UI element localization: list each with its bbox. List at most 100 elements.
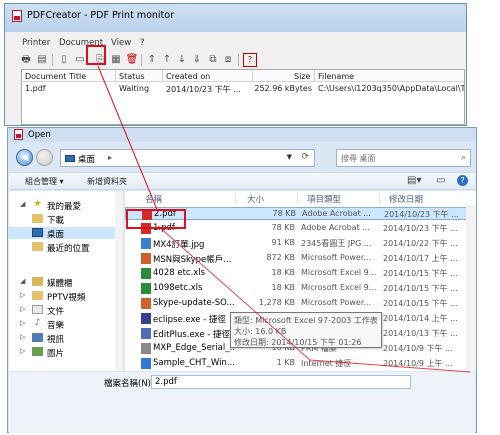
move-up-icon[interactable]: ↑ xyxy=(160,53,174,67)
open-document-icon[interactable]: ▯ xyxy=(57,53,71,67)
add-button-highlight xyxy=(86,45,106,65)
search-input[interactable] xyxy=(341,152,451,164)
excel-file-icon xyxy=(141,268,151,279)
new-folder-button[interactable]: 新增資料夾 xyxy=(87,176,127,187)
print-queue-list: Document Title Status Created on Size Fi… xyxy=(21,69,465,125)
nav-libraries[interactable]: ◢ 媒體櫃 xyxy=(9,276,121,289)
nav-pptv[interactable]: ▷ PPTV視頻 xyxy=(9,290,121,303)
column-separator[interactable] xyxy=(115,70,116,82)
help-icon[interactable]: ? xyxy=(457,175,468,186)
document-properties-icon[interactable]: ▦ xyxy=(109,53,123,67)
file-type: 2345看圖王 JPG ... xyxy=(301,239,372,248)
address-bar[interactable]: 桌面 ▸ ▼ ⟳ xyxy=(60,149,315,167)
nav-downloads[interactable]: 下載 xyxy=(9,213,121,226)
expand-chevron-icon[interactable]: ◢ xyxy=(20,200,25,208)
file-name: Skype-update-SO... xyxy=(153,298,235,308)
filename-label: 檔案名稱(N): xyxy=(104,379,154,389)
download-folder-icon xyxy=(32,214,43,223)
menu-view[interactable]: View xyxy=(111,38,131,48)
column-separator[interactable] xyxy=(252,70,253,82)
preview-pane-icon[interactable]: ▭ xyxy=(436,175,445,186)
file-row[interactable]: 1098etc.xls 18 KB Microsoft Excel 9... 2014… xyxy=(125,282,476,295)
tooltip-size: 大小: 16.0 KB xyxy=(234,327,287,336)
help-icon[interactable]: ? xyxy=(243,53,257,67)
organize-button[interactable]: 組合管理 ▾ xyxy=(25,176,64,187)
col-type[interactable]: 項目類型 xyxy=(307,193,341,205)
address-dropdown-icon[interactable]: ▼ xyxy=(287,153,292,161)
col-status[interactable]: Status xyxy=(119,72,145,81)
file-type: Microsoft Excel 9... xyxy=(301,283,377,292)
nav-music[interactable]: ▷ ♪ 音樂 xyxy=(9,318,121,332)
file-list-scrollbar[interactable] xyxy=(466,205,476,371)
file-name: EditPlus.exe - 捷徑 xyxy=(153,330,231,340)
column-separator[interactable] xyxy=(162,70,163,82)
column-separator[interactable] xyxy=(314,70,315,82)
move-top-icon[interactable]: ⇑ xyxy=(145,53,159,67)
generic-file-icon xyxy=(141,343,151,354)
file-date: 2014/10/23 下午 ... xyxy=(384,210,459,219)
file-row[interactable]: Sample_CHT_Win... 1 KB Internet 捷徑 2014/10/… xyxy=(125,357,476,370)
col-filename[interactable]: Filename xyxy=(318,72,354,81)
nav-videos[interactable]: ▷ 視訊 xyxy=(9,332,121,345)
col-document-title[interactable]: Document Title xyxy=(25,72,86,81)
expand-chevron-icon[interactable]: ▷ xyxy=(20,305,25,313)
column-separator[interactable] xyxy=(235,191,236,205)
move-down-icon[interactable]: ↓ xyxy=(175,53,189,67)
column-separator[interactable] xyxy=(379,191,380,205)
file-date: 2014/10/9 上午 ... xyxy=(383,359,453,368)
save-document-icon[interactable]: ▭ xyxy=(73,53,87,67)
nav-desktop[interactable]: 桌面 xyxy=(9,227,121,240)
col-date[interactable]: 修改日期 xyxy=(389,193,423,205)
breadcrumb-desktop[interactable]: 桌面 xyxy=(78,153,95,165)
queue-row[interactable]: 1.pdf Waiting 2014/10/23 下午 ... 252.96 k… xyxy=(22,83,464,95)
forward-arrow-icon[interactable] xyxy=(36,149,53,166)
nav-label: 桌面 xyxy=(47,230,65,240)
file-type: Microsoft Excel 9... xyxy=(301,268,377,277)
file-name: 4028 etc.xls xyxy=(153,268,206,278)
menu-printer[interactable]: Printer xyxy=(22,38,50,48)
printer-icon[interactable]: 🖶 xyxy=(19,53,33,67)
expand-chevron-icon[interactable]: ▷ xyxy=(20,333,25,341)
delete-icon[interactable]: 🗑 xyxy=(125,53,139,67)
nav-recent-places[interactable]: 最近的位置 xyxy=(9,241,121,254)
expand-chevron-icon[interactable]: ▷ xyxy=(20,291,25,299)
search-box[interactable]: ⌕ xyxy=(336,149,471,167)
expand-chevron-icon[interactable]: ▷ xyxy=(20,347,25,355)
file-date: 2014/10/23 下午 ... xyxy=(383,224,458,233)
search-icon[interactable]: ⌕ xyxy=(461,153,466,163)
nav-pictures[interactable]: ▷ 圖片 xyxy=(9,346,121,359)
expand-chevron-icon[interactable]: ▷ xyxy=(20,319,25,327)
file-row[interactable]: 4028 etc.xls 18 KB Microsoft Excel 9... 201… xyxy=(125,267,476,280)
col-created-on[interactable]: Created on xyxy=(166,72,210,81)
music-icon: ♪ xyxy=(34,318,41,328)
queue-row-title: 1.pdf xyxy=(25,84,46,93)
filename-input[interactable] xyxy=(151,375,411,389)
monitor-titlebar[interactable]: PDFCreator - PDF Print monitor xyxy=(5,4,466,32)
breadcrumb-chevron-icon[interactable]: ▸ xyxy=(108,153,112,162)
open-titlebar[interactable]: Open xyxy=(8,128,476,142)
queue-header: Document Title Status Created on Size Fi… xyxy=(22,70,464,82)
split-icon[interactable]: ⧈ xyxy=(221,53,235,67)
col-size[interactable]: Size xyxy=(294,72,310,81)
col-name[interactable]: 名稱 xyxy=(145,193,162,205)
file-row[interactable]: MX4訂單.jpg 91 KB 2345看圖王 JPG ... 2014/10/22 … xyxy=(125,237,476,250)
nav-favorites[interactable]: ◢ ★ 我的最愛 xyxy=(9,199,121,213)
menu-help[interactable]: ? xyxy=(140,38,145,48)
nav-documents[interactable]: ▷ 文件 xyxy=(9,304,121,317)
back-arrow-icon[interactable]: ◀ xyxy=(16,149,33,166)
column-separator[interactable] xyxy=(297,191,298,205)
navigation-scrollbar[interactable] xyxy=(115,191,123,371)
print-document-icon[interactable]: ▤ xyxy=(35,53,49,67)
expand-chevron-icon[interactable]: ◢ xyxy=(20,277,25,285)
col-size[interactable]: 大小 xyxy=(247,193,264,205)
move-bottom-icon[interactable]: ⇓ xyxy=(190,53,204,67)
image-file-icon xyxy=(141,238,151,249)
combine-icon[interactable]: ⧉ xyxy=(206,53,220,67)
view-options-icon[interactable]: ▤▾ xyxy=(407,175,421,186)
library-icon xyxy=(32,277,43,286)
file-row[interactable]: MSN與Skype帳戶... 872 KB Microsoft Power... 20… xyxy=(125,252,476,265)
file-row[interactable]: Skype-update-SO... 1,278 KB Microsoft Powe… xyxy=(125,297,476,310)
file-date: 2014/10/15 下午 ... xyxy=(383,269,458,278)
video-icon xyxy=(32,333,43,342)
refresh-icon[interactable]: ⟳ xyxy=(301,152,309,162)
